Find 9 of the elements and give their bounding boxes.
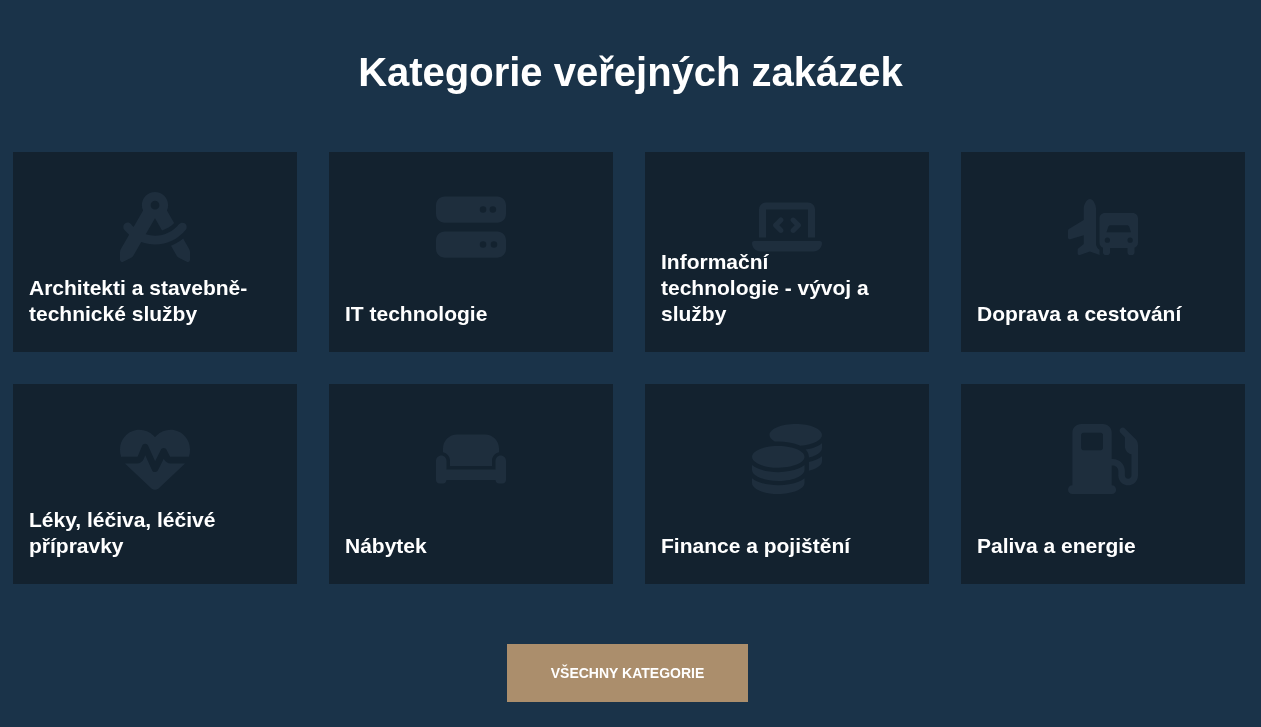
category-card[interactable]: IT technologie bbox=[329, 152, 613, 352]
category-card[interactable]: Informační technologie - vývoj a služby bbox=[645, 152, 929, 352]
section-heading: Kategorie veřejných zakázek bbox=[358, 49, 903, 96]
category-card[interactable]: Léky, léčiva, léčivé přípravky bbox=[13, 384, 297, 584]
category-card[interactable]: Finance a pojištění bbox=[645, 384, 929, 584]
category-card[interactable]: Paliva a energie bbox=[961, 384, 1245, 584]
category-card[interactable]: Doprava a cestování bbox=[961, 152, 1245, 352]
category-card[interactable]: Architekti a stavebně-technické služby bbox=[13, 152, 297, 352]
category-card[interactable]: Nábytek bbox=[329, 384, 613, 584]
